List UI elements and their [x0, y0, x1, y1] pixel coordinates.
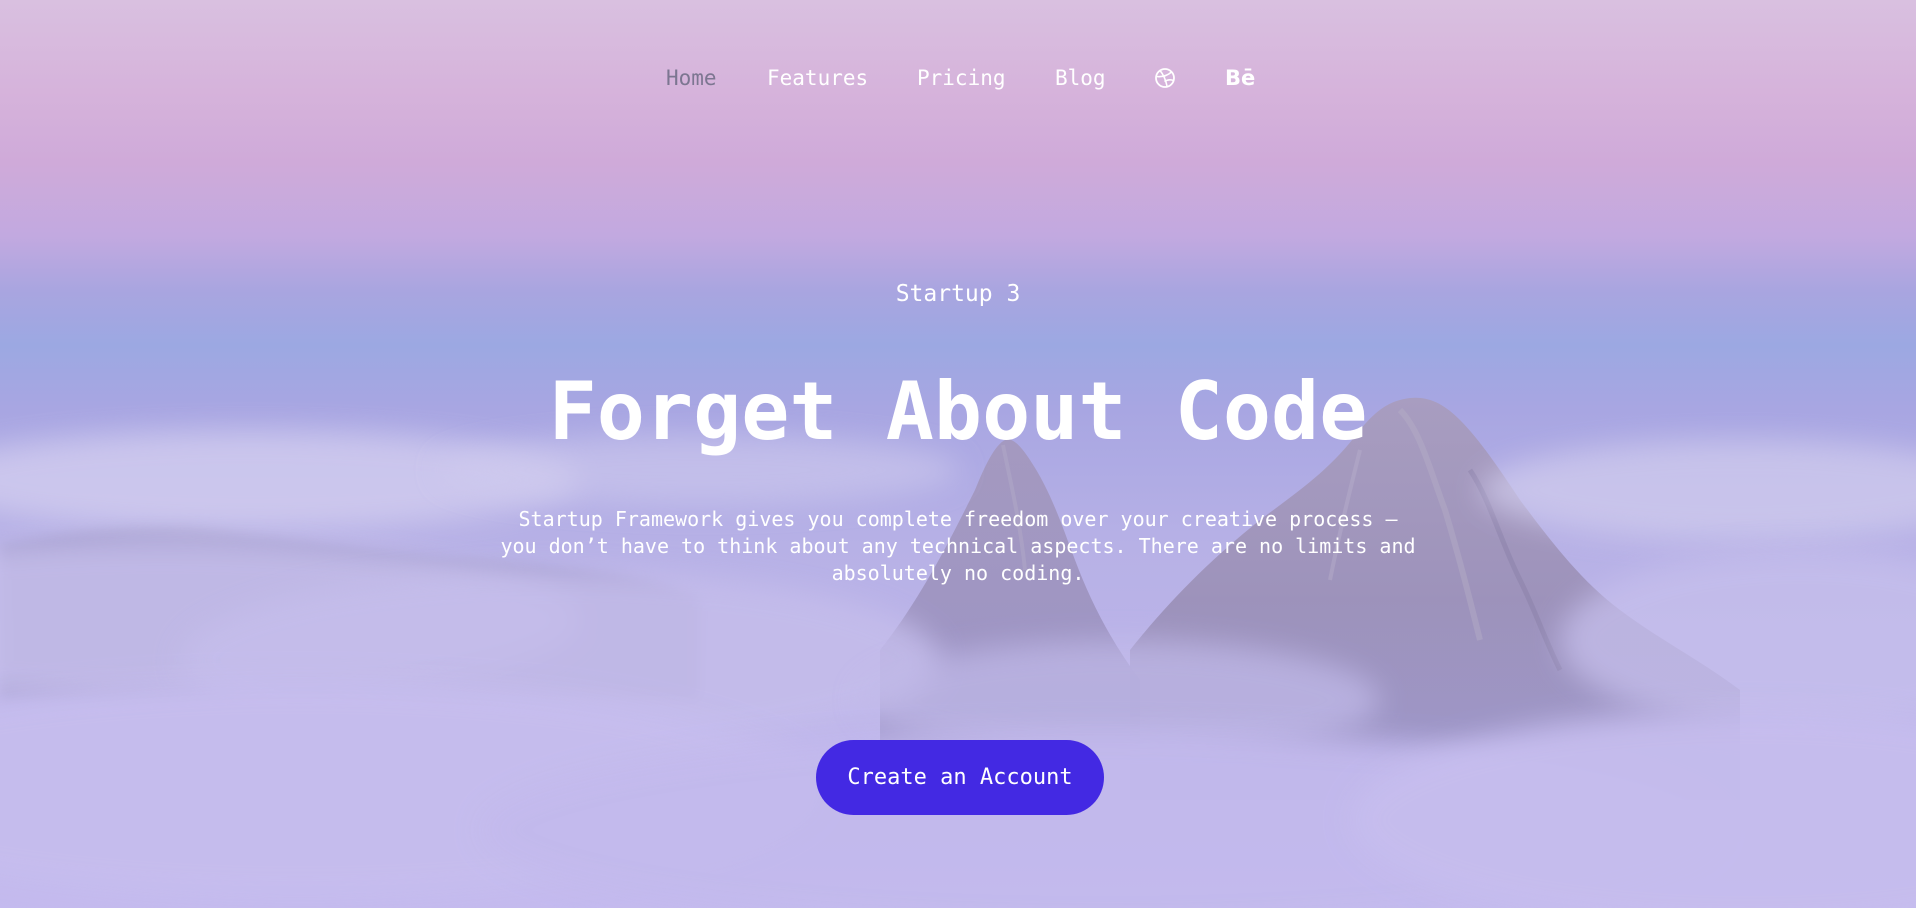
mountain-middle — [880, 439, 1140, 760]
nav-item-features[interactable]: Features — [767, 62, 868, 94]
hero-eyebrow: Startup 3 — [895, 281, 1021, 307]
hero-title: Forget About Code — [548, 365, 1368, 458]
hero-description: Startup Framework gives you complete fre… — [500, 507, 1416, 585]
nav-item-blog[interactable]: Blog — [1055, 62, 1106, 94]
behance-icon[interactable]: Bē — [1225, 62, 1255, 94]
top-navigation: Home Features Pricing Blog Bē — [0, 62, 1916, 94]
nav-item-pricing[interactable]: Pricing — [917, 62, 1006, 94]
nav-item-home[interactable]: Home — [666, 62, 717, 94]
create-account-button[interactable]: Create an Account — [816, 740, 1104, 815]
dribbble-icon[interactable] — [1154, 62, 1176, 94]
